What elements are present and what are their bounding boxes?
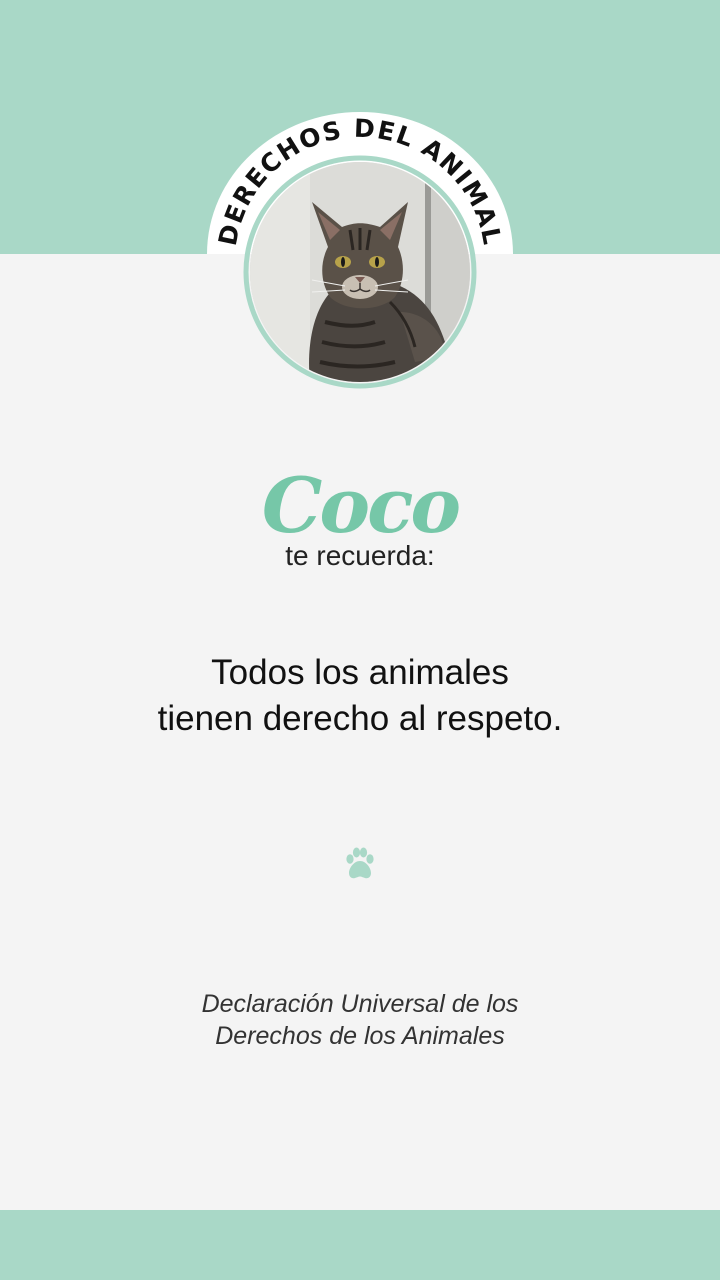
subtitle: te recuerda: (285, 540, 435, 571)
source-line-2: Derechos de los Animales (215, 1022, 505, 1050)
cat-photo (250, 162, 470, 382)
main-message: Todos los animales tienen derecho al res… (0, 650, 720, 742)
source-line-1: Declaración Universal de los (201, 990, 519, 1018)
bottom-band (0, 1210, 720, 1280)
message-line-1: Todos los animales (211, 653, 509, 692)
source-citation: Declaración Universal de los Derechos de… (0, 988, 720, 1052)
paw-icon (342, 846, 378, 882)
message-line-2: tienen derecho al respeto. (157, 699, 563, 738)
story-card: DERECHOS DEL ANIMAL Coco te recuerda: To… (0, 0, 720, 1280)
cat-illustration (250, 162, 470, 382)
badge: DERECHOS DEL ANIMAL (205, 112, 515, 402)
